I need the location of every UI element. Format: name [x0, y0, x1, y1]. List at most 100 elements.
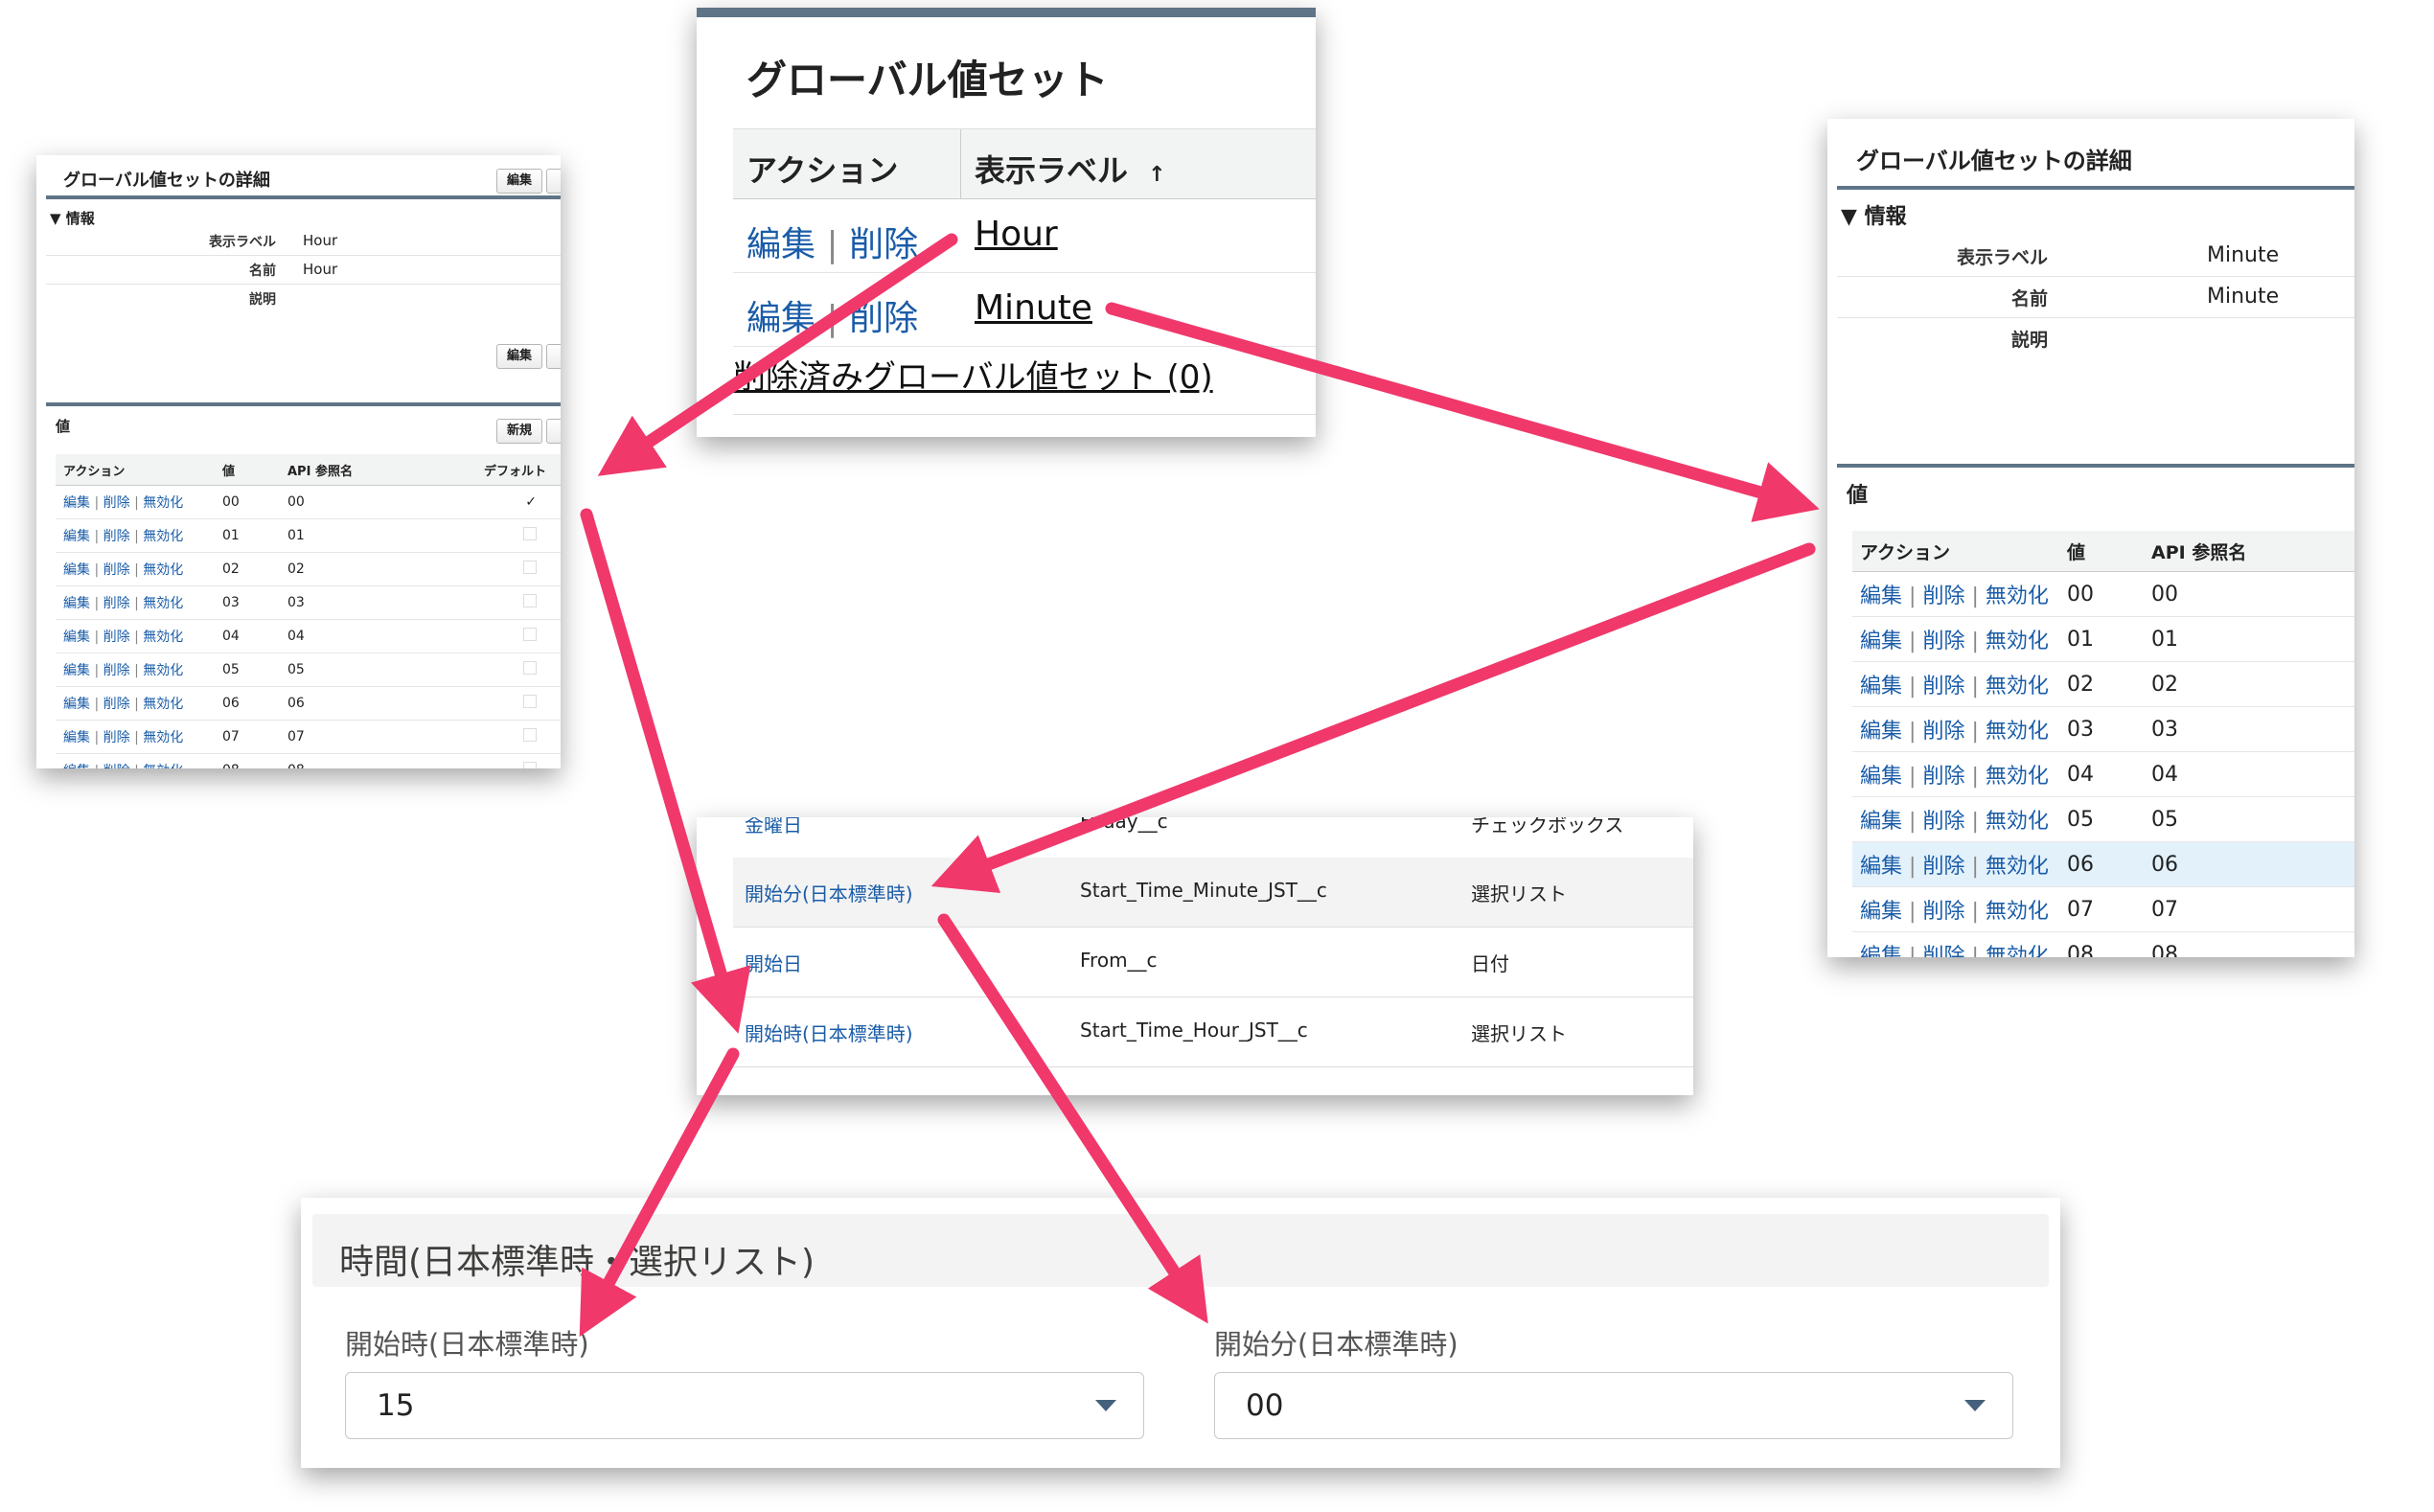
- edit-link[interactable]: 編集: [63, 663, 90, 678]
- values-section-title: 値: [1847, 484, 1869, 508]
- field-link-start-hour[interactable]: 開始時(日本標準時): [745, 1019, 913, 1046]
- delete-link[interactable]: 削除: [1922, 810, 1964, 834]
- new-value-button[interactable]: 新規: [496, 419, 542, 444]
- api-name-cell: 02: [280, 552, 448, 586]
- default-cell: [448, 518, 561, 553]
- delete-link[interactable]: 削除: [1922, 855, 1964, 879]
- edit-link[interactable]: 編集: [1860, 900, 1902, 924]
- deactivate-link[interactable]: 無効化: [1986, 900, 2049, 924]
- edit-button[interactable]: 編集: [496, 169, 542, 194]
- info-section-toggle[interactable]: ▼ 情報: [50, 208, 95, 228]
- delete-link[interactable]: 削除: [1922, 900, 1964, 924]
- edit-link[interactable]: 編集: [63, 562, 90, 578]
- deactivate-link[interactable]: 無効化: [143, 596, 183, 611]
- delete-button-partial[interactable]: [546, 169, 561, 194]
- display-label-label: 表示ラベル: [1956, 247, 2048, 268]
- api-name-cell: 05: [280, 653, 448, 687]
- table-row: 編集 | 削除 | 無効化 02 02: [1852, 661, 2354, 707]
- delete-link[interactable]: 削除: [1922, 945, 1964, 957]
- edit-link[interactable]: 編集: [1860, 720, 1902, 744]
- delete-link[interactable]: 削除: [849, 225, 918, 264]
- edit-link[interactable]: 編集: [746, 299, 815, 338]
- reorder-button-partial[interactable]: [546, 419, 561, 444]
- edit-link[interactable]: 編集: [63, 630, 90, 645]
- delete-link[interactable]: 削除: [103, 529, 130, 544]
- field-link-friday[interactable]: 金曜日: [745, 817, 802, 837]
- edit-link[interactable]: 編集: [1860, 855, 1902, 879]
- deactivate-link[interactable]: 無効化: [1986, 945, 2049, 957]
- deactivate-link[interactable]: 無効化: [143, 697, 183, 712]
- col-display-label[interactable]: 表示ラベル ↑: [975, 147, 1166, 191]
- name-label: 名前: [249, 263, 276, 279]
- deactivate-link[interactable]: 無効化: [1986, 765, 2049, 789]
- start-hour-select[interactable]: 15: [345, 1372, 1144, 1439]
- delete-link[interactable]: 削除: [103, 495, 130, 511]
- field-api-name: Start_Time_Minute_JST__c: [1080, 879, 1327, 902]
- edit-link[interactable]: 編集: [746, 225, 815, 264]
- deactivate-link[interactable]: 無効化: [1986, 584, 2049, 608]
- deactivate-link[interactable]: 無効化: [143, 630, 183, 645]
- api-name-cell: 04: [2144, 751, 2354, 797]
- deactivate-link[interactable]: 無効化: [1986, 810, 2049, 834]
- edit-link[interactable]: 編集: [1860, 630, 1902, 653]
- edit-link[interactable]: 編集: [1860, 584, 1902, 608]
- delete-link[interactable]: 削除: [103, 596, 130, 611]
- delete-link[interactable]: 削除: [103, 697, 130, 712]
- start-minute-select[interactable]: 00: [1214, 1372, 2013, 1439]
- deactivate-link[interactable]: 無効化: [143, 764, 183, 768]
- value-set-link-minute[interactable]: Minute: [975, 288, 1092, 328]
- edit-link[interactable]: 編集: [63, 495, 90, 511]
- deactivate-link[interactable]: 無効化: [143, 529, 183, 544]
- value-cell: 04: [2059, 751, 2144, 797]
- field-link-from-date[interactable]: 開始日: [745, 949, 802, 976]
- edit-link[interactable]: 編集: [63, 764, 90, 768]
- edit-link[interactable]: 編集: [1860, 675, 1902, 699]
- edit-link[interactable]: 編集: [1860, 765, 1902, 789]
- table-row: 編集 | 削除 | 無効化 07 07: [56, 720, 561, 754]
- deactivate-link[interactable]: 無効化: [1986, 630, 2049, 653]
- deactivate-link[interactable]: 無効化: [1986, 720, 2049, 744]
- delete-link[interactable]: 削除: [1922, 584, 1964, 608]
- edit-link[interactable]: 編集: [1860, 810, 1902, 834]
- api-name-cell: 07: [2144, 886, 2354, 932]
- delete-link[interactable]: 削除: [103, 730, 130, 745]
- chevron-down-icon: [1964, 1400, 1986, 1411]
- deactivate-link[interactable]: 無効化: [1986, 855, 2049, 879]
- deleted-value-sets-link[interactable]: 削除済みグローバル値セット (0): [733, 351, 1213, 398]
- edit-link[interactable]: 編集: [63, 697, 90, 712]
- table-row: 編集 | 削除 | 無効化 07 07: [1852, 886, 2354, 932]
- deactivate-link[interactable]: 無効化: [143, 730, 183, 745]
- delete-link[interactable]: 削除: [1922, 765, 1964, 789]
- deactivate-link[interactable]: 無効化: [143, 663, 183, 678]
- delete-link[interactable]: 削除: [103, 663, 130, 678]
- delete-button-bottom-partial[interactable]: [546, 344, 561, 369]
- delete-link[interactable]: 削除: [849, 299, 918, 338]
- delete-link[interactable]: 削除: [1922, 630, 1964, 653]
- edit-link[interactable]: 編集: [63, 596, 90, 611]
- value-cell: 06: [215, 686, 280, 721]
- api-name-cell: 07: [280, 720, 448, 754]
- field-link-start-minute[interactable]: 開始分(日本標準時): [745, 879, 913, 906]
- value-set-link-hour[interactable]: Hour: [975, 215, 1058, 254]
- value-cell: 05: [215, 653, 280, 687]
- deactivate-link[interactable]: 無効化: [143, 495, 183, 511]
- edit-link[interactable]: 編集: [1860, 945, 1902, 957]
- delete-link[interactable]: 削除: [1922, 675, 1964, 699]
- value-cell: 00: [215, 485, 280, 519]
- deactivate-link[interactable]: 無効化: [1986, 675, 2049, 699]
- unchecked-box-icon: [523, 695, 537, 708]
- info-section-toggle[interactable]: ▼ 情報: [1841, 199, 1907, 230]
- api-name-cell: 03: [280, 585, 448, 620]
- table-row: 編集 | 削除 | 無効化0808: [1852, 931, 2354, 957]
- table-row: 編集 | 削除 Minute: [733, 273, 1316, 347]
- delete-link[interactable]: 削除: [103, 764, 130, 768]
- table-row: 編集 | 削除 | 無効化 04 04: [56, 619, 561, 653]
- delete-link[interactable]: 削除: [103, 630, 130, 645]
- deactivate-link[interactable]: 無効化: [143, 562, 183, 578]
- edit-link[interactable]: 編集: [63, 730, 90, 745]
- edit-link[interactable]: 編集: [63, 529, 90, 544]
- delete-link[interactable]: 削除: [1922, 720, 1964, 744]
- edit-button-bottom[interactable]: 編集: [496, 344, 542, 369]
- field-type: チェックボックス: [1471, 817, 1624, 836]
- delete-link[interactable]: 削除: [103, 562, 130, 578]
